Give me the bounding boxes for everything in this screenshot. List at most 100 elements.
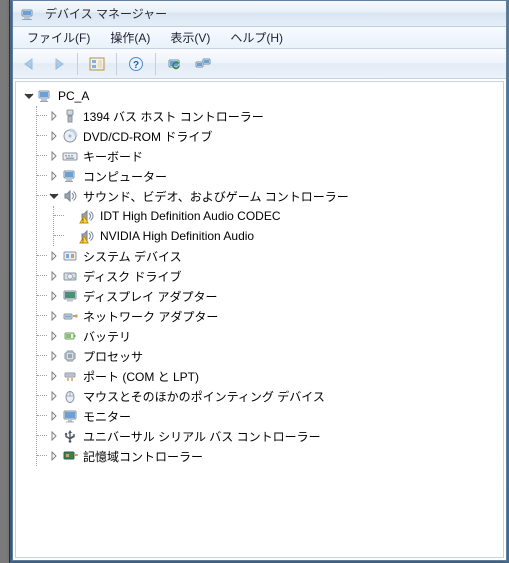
expand-icon[interactable] — [47, 169, 61, 183]
tree-node[interactable]: バッテリ — [39, 326, 501, 346]
expand-icon[interactable] — [47, 149, 61, 163]
tree-node[interactable]: システム デバイス — [39, 246, 501, 266]
tree-node-label: ネットワーク アダプター — [81, 308, 218, 325]
window-title: デバイス マネージャー — [45, 5, 167, 22]
tree-node[interactable]: ポート (COM と LPT) — [39, 366, 501, 386]
tree-node[interactable]: コンピューター — [39, 166, 501, 186]
expand-icon — [64, 209, 78, 223]
tree-node[interactable]: 1394 バス ホスト コントローラー — [39, 106, 501, 126]
display-adapter-icon — [62, 288, 78, 304]
tree-node-label: システム デバイス — [81, 248, 182, 265]
expand-icon — [64, 229, 78, 243]
tree-node[interactable]: モニター — [39, 406, 501, 426]
menu-view[interactable]: 表示(V) — [162, 27, 218, 48]
processor-icon — [62, 348, 78, 364]
uninstall-device-button[interactable] — [190, 52, 216, 76]
tree-node[interactable]: ユニバーサル シリアル バス コントローラー — [39, 426, 501, 446]
usb-icon — [62, 428, 78, 444]
tree-node-label: ディスプレイ アダプター — [81, 288, 218, 305]
tree-node[interactable]: プロセッサ — [39, 346, 501, 366]
keyboard-icon — [62, 148, 78, 164]
monitor-icon — [62, 408, 78, 424]
tree-node-label: ディスク ドライブ — [81, 268, 182, 285]
optical-drive-icon — [62, 128, 78, 144]
tree-node[interactable]: ディスプレイ アダプター — [39, 286, 501, 306]
expand-icon[interactable] — [47, 409, 61, 423]
tree-node-label: DVD/CD-ROM ドライブ — [81, 128, 212, 145]
tree-node[interactable]: マウスとそのほかのポインティング デバイス — [39, 386, 501, 406]
svg-text:!: ! — [82, 219, 84, 224]
expand-icon[interactable] — [47, 129, 61, 143]
network-adapter-icon — [62, 308, 78, 324]
forward-button[interactable] — [45, 52, 71, 76]
tree-node-label: ユニバーサル シリアル バス コントローラー — [81, 428, 321, 445]
menu-action[interactable]: 操作(A) — [102, 27, 158, 48]
app-icon — [20, 6, 36, 22]
expand-icon[interactable] — [47, 449, 61, 463]
collapse-icon[interactable] — [22, 89, 36, 103]
help-button[interactable]: ? — [123, 52, 149, 76]
tree-children: 1394 バス ホスト コントローラー DVD/CD-ROM ドライブキーボードコ… — [36, 106, 501, 466]
menu-file[interactable]: ファイル(F) — [19, 27, 98, 48]
mouse-icon — [62, 388, 78, 404]
back-icon — [22, 57, 38, 71]
tree-node[interactable]: ! NVIDIA High Definition Audio — [56, 226, 501, 246]
scan-hardware-icon — [167, 57, 183, 71]
tree-node-label: バッテリ — [81, 328, 131, 345]
svg-text:!: ! — [82, 239, 84, 244]
tree-node[interactable]: ディスク ドライブ — [39, 266, 501, 286]
battery-icon — [62, 328, 78, 344]
device-tree-panel[interactable]: PC_A 1394 バス ホスト コントローラー DVD/CD-ROM ドライブキー… — [15, 81, 504, 558]
sound-icon — [62, 188, 78, 204]
expand-icon[interactable] — [47, 429, 61, 443]
tree-node-label: モニター — [81, 408, 131, 425]
expand-icon[interactable] — [47, 109, 61, 123]
expand-icon[interactable] — [47, 269, 61, 283]
tree-node-label: ポート (COM と LPT) — [81, 368, 199, 385]
expand-icon[interactable] — [47, 389, 61, 403]
menubar: ファイル(F) 操作(A) 表示(V) ヘルプ(H) — [13, 27, 506, 49]
back-button[interactable] — [17, 52, 43, 76]
tree-node-label: マウスとそのほかのポインティング デバイス — [81, 388, 325, 405]
disk-drive-icon — [62, 268, 78, 284]
toolbar-separator — [155, 53, 156, 75]
tree-node[interactable]: ネットワーク アダプター — [39, 306, 501, 326]
tree-node-label: キーボード — [81, 148, 143, 165]
expand-icon[interactable] — [47, 369, 61, 383]
forward-icon — [50, 57, 66, 71]
tree-node[interactable]: 記憶域コントローラー — [39, 446, 501, 466]
desktop-edge — [0, 0, 10, 563]
storage-controller-icon — [62, 448, 78, 464]
titlebar: デバイス マネージャー — [13, 1, 506, 27]
toolbar-separator — [116, 53, 117, 75]
sound-icon: ! — [79, 208, 95, 224]
expand-icon[interactable] — [47, 349, 61, 363]
tree-node-label: 1394 バス ホスト コントローラー — [81, 108, 264, 125]
collapse-icon[interactable] — [47, 189, 61, 203]
tree-node[interactable]: サウンド、ビデオ、およびゲーム コントローラー — [39, 186, 501, 206]
console-tree-icon — [89, 57, 105, 71]
scan-hardware-button[interactable] — [162, 52, 188, 76]
tree-node[interactable]: !IDT High Definition Audio CODEC — [56, 206, 501, 226]
show-console-tree-button[interactable] — [84, 52, 110, 76]
expand-icon[interactable] — [47, 309, 61, 323]
tree-node-label: プロセッサ — [81, 348, 143, 365]
toolbar-separator — [77, 53, 78, 75]
tree-node-label: サウンド、ビデオ、およびゲーム コントローラー — [81, 188, 349, 205]
tree-children: !IDT High Definition Audio CODEC! NVIDIA … — [53, 206, 501, 246]
computer-icon — [37, 88, 53, 104]
tree-node[interactable]: キーボード — [39, 146, 501, 166]
expand-icon[interactable] — [47, 249, 61, 263]
expand-icon[interactable] — [47, 289, 61, 303]
toolbar: ? — [13, 49, 506, 79]
computer-icon — [62, 168, 78, 184]
expand-icon[interactable] — [47, 329, 61, 343]
tree-node[interactable]: PC_A — [22, 86, 501, 106]
tree-node[interactable]: DVD/CD-ROM ドライブ — [39, 126, 501, 146]
tree-node-label: NVIDIA High Definition Audio — [98, 229, 254, 243]
sound-icon: ! — [79, 228, 95, 244]
tree-node-label: 記憶域コントローラー — [81, 448, 203, 465]
system-device-icon — [62, 248, 78, 264]
menu-help[interactable]: ヘルプ(H) — [222, 27, 291, 48]
device-manager-window: デバイス マネージャー ファイル(F) 操作(A) 表示(V) ヘルプ(H) — [12, 0, 507, 561]
